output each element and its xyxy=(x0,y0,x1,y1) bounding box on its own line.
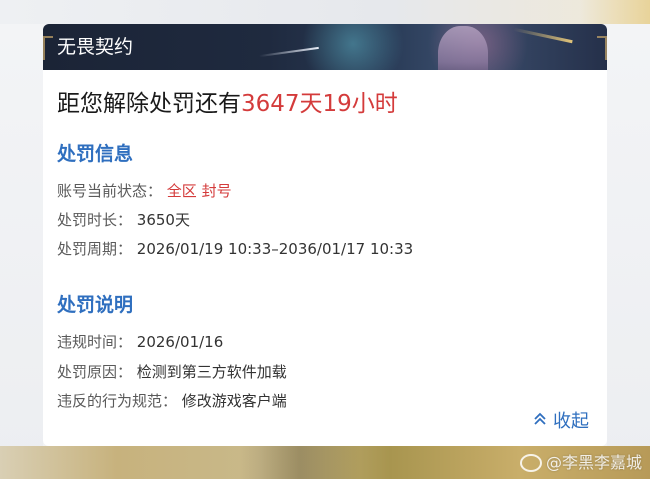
countdown-prefix: 距您解除处罚还有 xyxy=(57,91,241,117)
collapse-button[interactable]: 收起 xyxy=(533,409,589,435)
banner-frame-right xyxy=(597,36,607,60)
violation-time-value: 2026/01/16 xyxy=(136,333,224,351)
watermark-text: @李黑李嘉城 xyxy=(545,453,642,472)
violation-time-label: 违规时间： xyxy=(57,333,133,351)
duration-label: 处罚时长： xyxy=(57,211,133,229)
status-value: 全区 封号 xyxy=(166,182,232,200)
top-gold-accent xyxy=(580,0,650,24)
violation-time-row: 违规时间： 2026/01/16 xyxy=(57,331,223,353)
reason-value: 检测到第三方软件加载 xyxy=(136,363,287,381)
reason-row: 处罚原因： 检测到第三方软件加载 xyxy=(57,361,287,383)
period-value: 2026/01/19 10:33–2036/01/17 10:33 xyxy=(136,240,414,258)
weibo-icon xyxy=(519,454,542,472)
duration-value: 3650天 xyxy=(136,211,190,229)
countdown-remaining: 3647天19小时 xyxy=(241,91,398,117)
duration-row: 处罚时长： 3650天 xyxy=(57,209,190,231)
rule-label: 违反的行为规范： xyxy=(57,392,178,410)
right-background xyxy=(607,24,650,479)
penalty-card: 无畏契约 距您解除处罚还有3647天19小时 处罚信息 账号当前状态： 全区 封… xyxy=(43,24,607,446)
rule-value: 修改游戏客户端 xyxy=(181,392,287,410)
status-row: 账号当前状态： 全区 封号 xyxy=(57,180,232,202)
rule-row: 违反的行为规范： 修改游戏客户端 xyxy=(57,390,287,412)
period-label: 处罚周期： xyxy=(57,240,133,258)
status-label: 账号当前状态： xyxy=(57,182,163,200)
period-row: 处罚周期： 2026/01/19 10:33–2036/01/17 10:33 xyxy=(57,238,413,260)
penalty-desc-title: 处罚说明 xyxy=(57,294,134,316)
banner-character-art xyxy=(438,26,488,70)
reason-label: 处罚原因： xyxy=(57,363,133,381)
penalty-countdown: 距您解除处罚还有3647天19小时 xyxy=(57,87,398,121)
bottom-art-shadow xyxy=(240,446,360,479)
game-banner: 无畏契约 xyxy=(43,24,607,70)
penalty-info-title: 处罚信息 xyxy=(57,143,134,165)
top-background-strip xyxy=(0,0,650,24)
double-chevron-up-icon xyxy=(533,409,547,435)
collapse-label: 收起 xyxy=(553,411,589,432)
weibo-watermark: @李黑李嘉城 xyxy=(519,452,642,474)
game-title: 无畏契约 xyxy=(57,36,134,58)
left-background xyxy=(0,24,43,479)
banner-frame-left xyxy=(43,36,53,60)
